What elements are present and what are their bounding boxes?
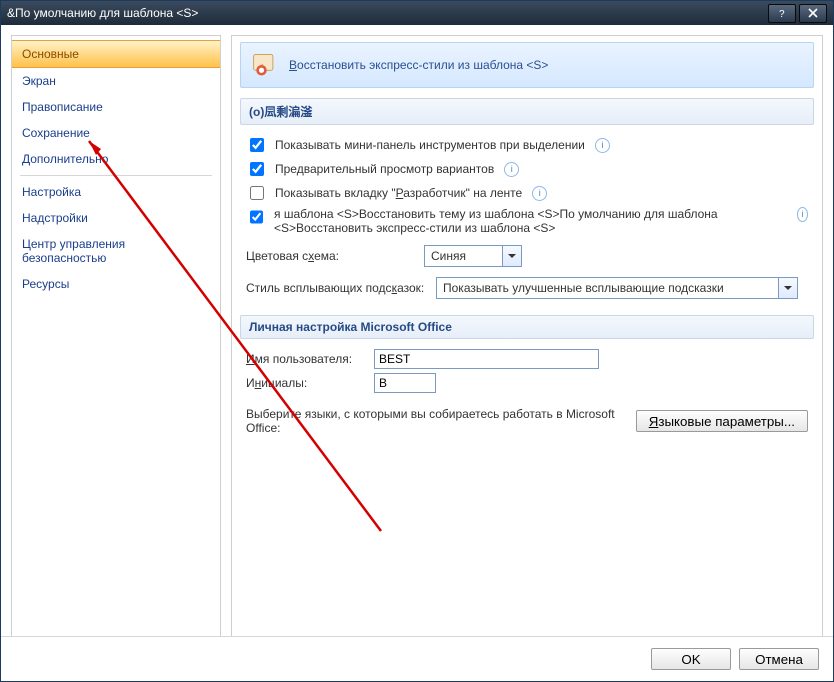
sidebar-item-advanced[interactable]: Дополнительно [12,146,220,172]
sidebar-item-resources[interactable]: Ресурсы [12,271,220,297]
dialog-footer: OK Отмена [1,636,833,681]
sidebar-item-display[interactable]: Экран [12,68,220,94]
input-username[interactable] [374,349,599,369]
row-languages: Выберите языки, с которыми вы собираетес… [246,405,808,437]
info-icon[interactable]: i [532,186,547,201]
select-tooltipstyle[interactable]: Показывать улучшенные всплывающие подска… [436,277,798,299]
help-button[interactable]: ? [768,4,796,23]
sidebar-item-addins[interactable]: Надстройки [12,205,220,231]
label-languages: Выберите языки, с которыми вы собираетес… [246,407,628,435]
options-dialog: &По умолчанию для шаблона <S> ? Основные… [0,0,834,682]
row-colorscheme: Цветовая схема: Синяя [246,243,808,269]
ok-button[interactable]: OK [651,648,731,670]
titlebar: &По умолчанию для шаблона <S> ? [1,1,833,25]
page-banner: Восстановить экспресс-стили из шаблона <… [240,42,814,88]
options-icon [251,51,279,79]
group-header-general: (o)凨剩㴜滏 [240,98,814,125]
category-sidebar: Основные Экран Правописание Сохранение Д… [11,35,221,637]
cancel-button[interactable]: Отмена [739,648,819,670]
checkbox-developer[interactable] [250,186,264,200]
row-tooltipstyle: Стиль всплывающих подсказок: Показывать … [246,275,808,301]
language-settings-button[interactable]: Языковые параметры... [636,410,808,432]
checkbox-row-developer: Показывать вкладку "Разработчик" на лент… [246,181,808,205]
select-colorscheme[interactable]: Синяя [424,245,522,267]
label-username: Имя пользователя: [246,352,366,366]
checkbox-preview[interactable] [250,162,264,176]
sidebar-item-general[interactable]: Основные [12,40,220,68]
label-tooltipstyle: Стиль всплывающих подсказок: [246,281,428,295]
chevron-down-icon [778,278,797,298]
input-initials[interactable] [374,373,436,393]
sidebar-item-save[interactable]: Сохранение [12,120,220,146]
label-initials: Инициалы: [246,376,366,390]
label-developer: Показывать вкладку "Разработчик" на лент… [275,186,522,200]
sidebar-separator [20,175,212,176]
sidebar-item-proofing[interactable]: Правописание [12,94,220,120]
checkbox-row-preview: Предварительный просмотр вариантов i [246,157,808,181]
checkbox-row-minitoolbar: Показывать мини-панель инструментов при … [246,133,808,157]
info-icon[interactable]: i [595,138,610,153]
group-body-personal: Имя пользователя: Инициалы: Выберите язы… [240,339,814,441]
chevron-down-icon [502,246,521,266]
label-template: я шаблона <S>Восстановить тему из шаблон… [274,207,787,235]
banner-text: Восстановить экспресс-стили из шаблона <… [289,58,548,72]
group-header-personal: Личная настройка Microsoft Office [240,315,814,339]
checkbox-row-template: я шаблона <S>Восстановить тему из шаблон… [246,205,808,237]
checkbox-template[interactable] [250,210,263,224]
group-body-general: Показывать мини-панель инструментов при … [240,125,814,305]
checkbox-minitoolbar[interactable] [250,138,264,152]
label-preview: Предварительный просмотр вариантов [275,162,494,176]
sidebar-item-customize[interactable]: Настройка [12,179,220,205]
content-panel: Восстановить экспресс-стили из шаблона <… [231,35,823,637]
info-icon[interactable]: i [504,162,519,177]
row-initials: Инициалы: [246,371,808,395]
close-button[interactable] [799,4,827,23]
info-icon[interactable]: i [797,207,808,222]
row-username: Имя пользователя: [246,347,808,371]
svg-text:?: ? [779,9,785,19]
window-title: &По умолчанию для шаблона <S> [7,6,765,20]
label-colorscheme: Цветовая схема: [246,249,416,263]
label-minitoolbar: Показывать мини-панель инструментов при … [275,138,585,152]
sidebar-item-trustcenter[interactable]: Центр управления безопасностью [12,231,220,271]
